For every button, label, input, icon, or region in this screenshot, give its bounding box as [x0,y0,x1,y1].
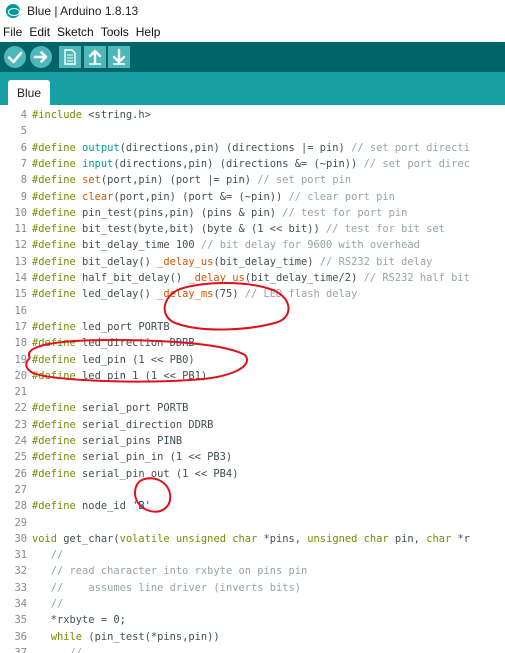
window-title: Blue | Arduino 1.8.13 [27,4,139,18]
menu-help[interactable]: Help [136,25,161,39]
code-text: #define led_pin_1 (1 << PB1) [32,369,208,382]
line-number: 20 [14,369,27,382]
line-number: 36 [14,630,27,643]
line-number: 30 [14,532,27,545]
line-number: 33 [14,581,27,594]
line-number: 31 [14,549,27,562]
code-text: #define bit_test(byte,bit) (byte & (1 <<… [32,223,445,236]
code-text: #define serial_pin_in (1 << PB3) [32,451,233,464]
code-text: // [50,549,64,562]
code-text: #define pin_test(pins,pin) (pins & pin) … [32,206,408,219]
code-text: #define half_bit_delay() _delay_us(bit_d… [32,272,470,284]
code-text: #define serial_direction DDRB [32,418,214,431]
menu-tools[interactable]: Tools [101,25,129,39]
code-text: // [69,646,83,653]
line-number: 7 [20,157,27,170]
title-bar: Blue | Arduino 1.8.13 [0,0,505,22]
line-number: 29 [14,516,27,529]
code-text: #define input(directions,pin) (direction… [32,157,470,170]
code-text: #include <string.h> [32,109,151,121]
code-text: #define bit_delay() _delay_us(bit_delay_… [32,255,433,268]
line-number: 32 [14,565,27,578]
line-number: 35 [14,614,27,627]
line-number: 34 [14,598,27,610]
code-text: #define serial_pins PINB [32,435,183,447]
line-number: 14 [14,272,27,284]
line-number: 10 [14,206,27,219]
menu-file[interactable]: File [3,25,22,39]
code-text: // [50,598,64,610]
line-number: 4 [20,109,27,121]
line-number: 9 [20,190,27,203]
toolbar [0,42,505,72]
code-text: #define led_delay() _delay_ms(75) // LED… [32,288,358,301]
line-number: 15 [14,288,27,301]
code-text: #define serial_pin_out (1 << PB4) [32,467,239,480]
line-number: 19 [14,353,27,366]
save-button[interactable] [108,46,130,68]
code-text: #define bit_delay_time 100 // bit delay … [32,239,420,252]
tab-blue[interactable]: Blue [8,80,50,105]
line-number: 11 [14,223,27,236]
line-number: 24 [14,435,27,447]
line-number: 37 [14,646,27,653]
line-number: 27 [14,483,27,496]
code-text: #define led_pin (1 << PB0) [32,353,195,366]
code-editor[interactable]: 4 #include <string.h> 5 6 #define output(dir… [0,105,505,653]
code-text: // assumes line driver (inverts bits) [50,581,302,594]
line-number: 13 [14,255,27,268]
line-number: 8 [20,174,27,187]
line-number: 26 [14,467,27,480]
arrow-up-icon [88,49,102,65]
upload-button[interactable] [30,46,52,68]
arrow-down-icon [112,48,126,65]
line-number: 12 [14,239,27,252]
code-text: #define serial_port PORTB [32,402,189,415]
line-number: 18 [14,337,27,350]
menu-bar: File Edit Sketch Tools Help [0,22,505,42]
new-button[interactable] [59,46,81,68]
line-number: 28 [14,500,27,513]
line-number: 25 [14,451,27,464]
code-text: // read character into rxbyte on pins pi… [50,565,308,578]
code-text: #define led_direction DDRB [32,337,195,350]
tab-strip: Blue [0,72,505,105]
open-button[interactable] [84,46,106,68]
check-icon [7,51,23,64]
line-number: 17 [14,320,27,333]
arduino-icon [6,4,20,18]
line-number: 5 [20,125,27,138]
code-text: while (pin_test(*pins,pin)) [50,630,220,643]
line-number: 16 [14,304,27,317]
code-text: *rxbyte = 0; [32,614,126,627]
new-file-icon [64,49,76,65]
verify-button[interactable] [4,46,26,68]
code-text: #define led_port PORTB [32,320,170,333]
arrow-right-icon [33,51,48,63]
menu-edit[interactable]: Edit [29,25,50,39]
line-number: 23 [14,418,27,431]
line-number: 6 [20,141,27,154]
code-text: #define node_id 'B' [32,500,151,513]
line-number: 22 [14,402,27,415]
menu-sketch[interactable]: Sketch [57,25,94,39]
code-text: #define clear(port,pin) (port &= (~pin))… [32,190,395,203]
line-number: 21 [14,386,27,399]
code-text: #define output(directions,pin) (directio… [32,141,470,154]
code-text: #define set(port,pin) (port |= pin) // s… [32,174,352,187]
code-text: void get_char(volatile unsigned char *pi… [32,532,470,545]
